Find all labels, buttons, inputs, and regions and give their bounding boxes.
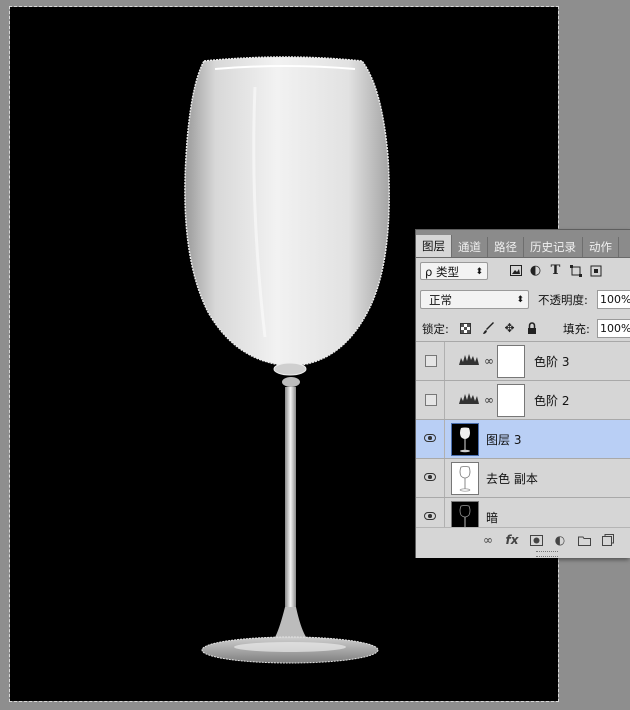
layer-name[interactable]: 色阶 2 [534,392,569,409]
eye-icon [424,473,436,481]
chain-link-icon[interactable]: ∞ [484,354,494,368]
tab-paths[interactable]: 路径 [488,237,524,257]
layer-list: ∞ 色阶 3 ∞ 色阶 2 图层 3 去色 副本 暗 [416,341,630,537]
eye-icon [424,434,436,442]
tab-layers[interactable]: 图层 [416,235,452,257]
layers-panel: 图层 通道 路径 历史记录 动作 ρ 类型 ⬍ ◐ T 正常 ⬍ 不透明度: 1… [415,229,630,558]
layer-name[interactable]: 去色 副本 [486,470,538,487]
fill-field[interactable]: 100% [597,319,630,338]
panel-footer: ∞ fx ◐ [416,527,630,558]
layer-row[interactable]: ∞ 色阶 3 [416,342,630,381]
chain-link-icon[interactable]: ∞ [484,393,494,407]
resize-grip[interactable] [536,551,558,557]
image-icon[interactable] [508,262,523,279]
type-icon[interactable]: T [548,262,563,279]
fill-label: 填充: [563,322,590,336]
shape-icon[interactable] [568,262,583,279]
visibility-off-box [425,355,437,367]
layer-thumbnail[interactable] [451,462,479,495]
blend-mode-value: 正常 [429,293,452,307]
layer-mask-thumbnail[interactable] [497,384,525,417]
lock-label: 锁定: [422,322,449,336]
tab-history[interactable]: 历史记录 [524,237,583,257]
layer-name[interactable]: 暗 [486,509,498,526]
new-layer-icon[interactable] [600,532,616,548]
visibility-toggle[interactable] [416,381,445,419]
levels-icon [459,354,479,365]
visibility-off-box [425,394,437,406]
levels-icon [459,393,479,404]
blend-mode-select[interactable]: 正常 ⬍ [420,290,529,309]
filter-label: ρ 类型 [425,265,459,279]
visibility-toggle[interactable] [416,342,445,380]
opacity-field[interactable]: 100% [597,290,630,309]
lock-transparency-icon[interactable] [458,320,473,336]
layer-row-selected[interactable]: 图层 3 [416,420,630,459]
layer-mask-thumbnail[interactable] [497,345,525,378]
layer-name[interactable]: 图层 3 [486,431,521,448]
lock-all-icon[interactable] [524,320,539,336]
adjustment-icon[interactable]: ◐ [552,532,568,548]
lock-brush-icon[interactable] [480,320,495,336]
tab-actions[interactable]: 动作 [583,237,619,257]
lock-move-icon[interactable]: ✥ [502,320,517,336]
layer-row[interactable]: 去色 副本 [416,459,630,498]
layer-thumbnail[interactable] [451,423,479,456]
link-icon[interactable]: ∞ [480,532,496,548]
layer-name[interactable]: 色阶 3 [534,353,569,370]
layer-filter-select[interactable]: ρ 类型 ⬍ [420,262,488,280]
tab-channels[interactable]: 通道 [452,237,488,257]
folder-icon[interactable] [576,532,592,548]
layer-row[interactable]: ∞ 色阶 2 [416,381,630,420]
visibility-toggle[interactable] [416,420,445,458]
smart-object-icon[interactable] [588,262,603,279]
visibility-toggle[interactable] [416,459,445,497]
mask-icon[interactable] [528,532,544,548]
chevron-updown-icon: ⬍ [516,295,524,305]
panel-tab-bar: 图层 通道 路径 历史记录 动作 [416,230,630,258]
eye-icon [424,512,436,520]
adjustment-icon[interactable]: ◐ [528,262,543,279]
chevron-updown-icon: ⬍ [475,267,483,277]
opacity-label: 不透明度: [538,293,588,307]
fx-icon[interactable]: fx [504,532,520,548]
